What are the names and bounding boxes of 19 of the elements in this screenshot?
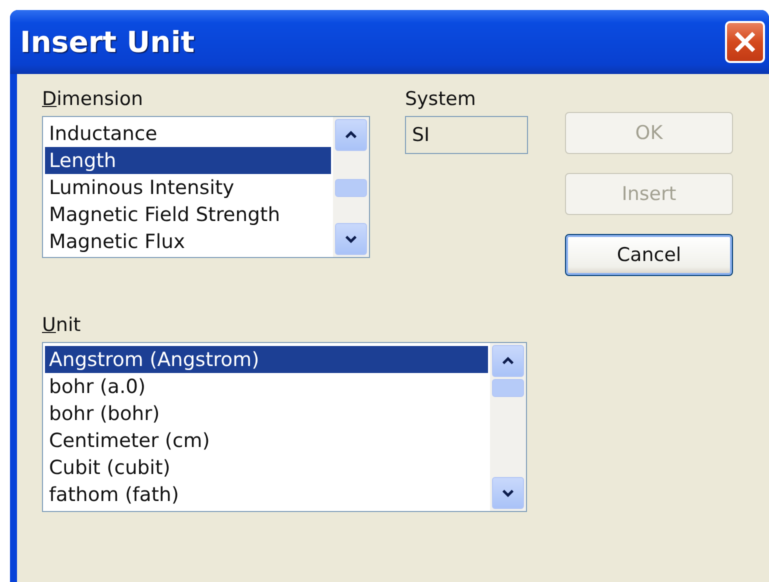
list-item[interactable]: Cubit (cubit) bbox=[45, 454, 488, 481]
list-item[interactable]: Angstrom (Angstrom) bbox=[45, 346, 488, 373]
list-item[interactable]: bohr (a.0) bbox=[45, 373, 488, 400]
system-field: SI bbox=[405, 116, 528, 154]
list-item[interactable]: bohr (bohr) bbox=[45, 400, 488, 427]
list-item[interactable]: fathom (fath) bbox=[45, 481, 488, 508]
list-item[interactable]: Luminous Intensity bbox=[45, 174, 331, 201]
dimension-list[interactable]: Inductance Length Luminous Intensity Magnetic Field Strength Magnetic Flux bbox=[42, 116, 370, 258]
list-item[interactable]: Length bbox=[45, 147, 331, 174]
list-item[interactable]: Inductance bbox=[45, 120, 331, 147]
unit-list[interactable]: Angstrom (Angstrom) bohr (a.0) bohr (bohr) Centimeter (cm) Cubit (cubit) fathom (fath) bbox=[42, 342, 527, 512]
field-label: System bbox=[405, 88, 476, 110]
field-label: Unit bbox=[42, 314, 81, 336]
window-title: Insert Unit bbox=[20, 25, 195, 59]
list-item[interactable]: Centimeter (cm) bbox=[45, 427, 488, 454]
field-label: Dimension bbox=[42, 88, 144, 110]
dialog-button[interactable]: Cancel bbox=[565, 234, 733, 276]
list-item[interactable]: Magnetic Field Strength bbox=[45, 201, 331, 228]
list-item[interactable]: Magnetic Flux bbox=[45, 228, 331, 255]
